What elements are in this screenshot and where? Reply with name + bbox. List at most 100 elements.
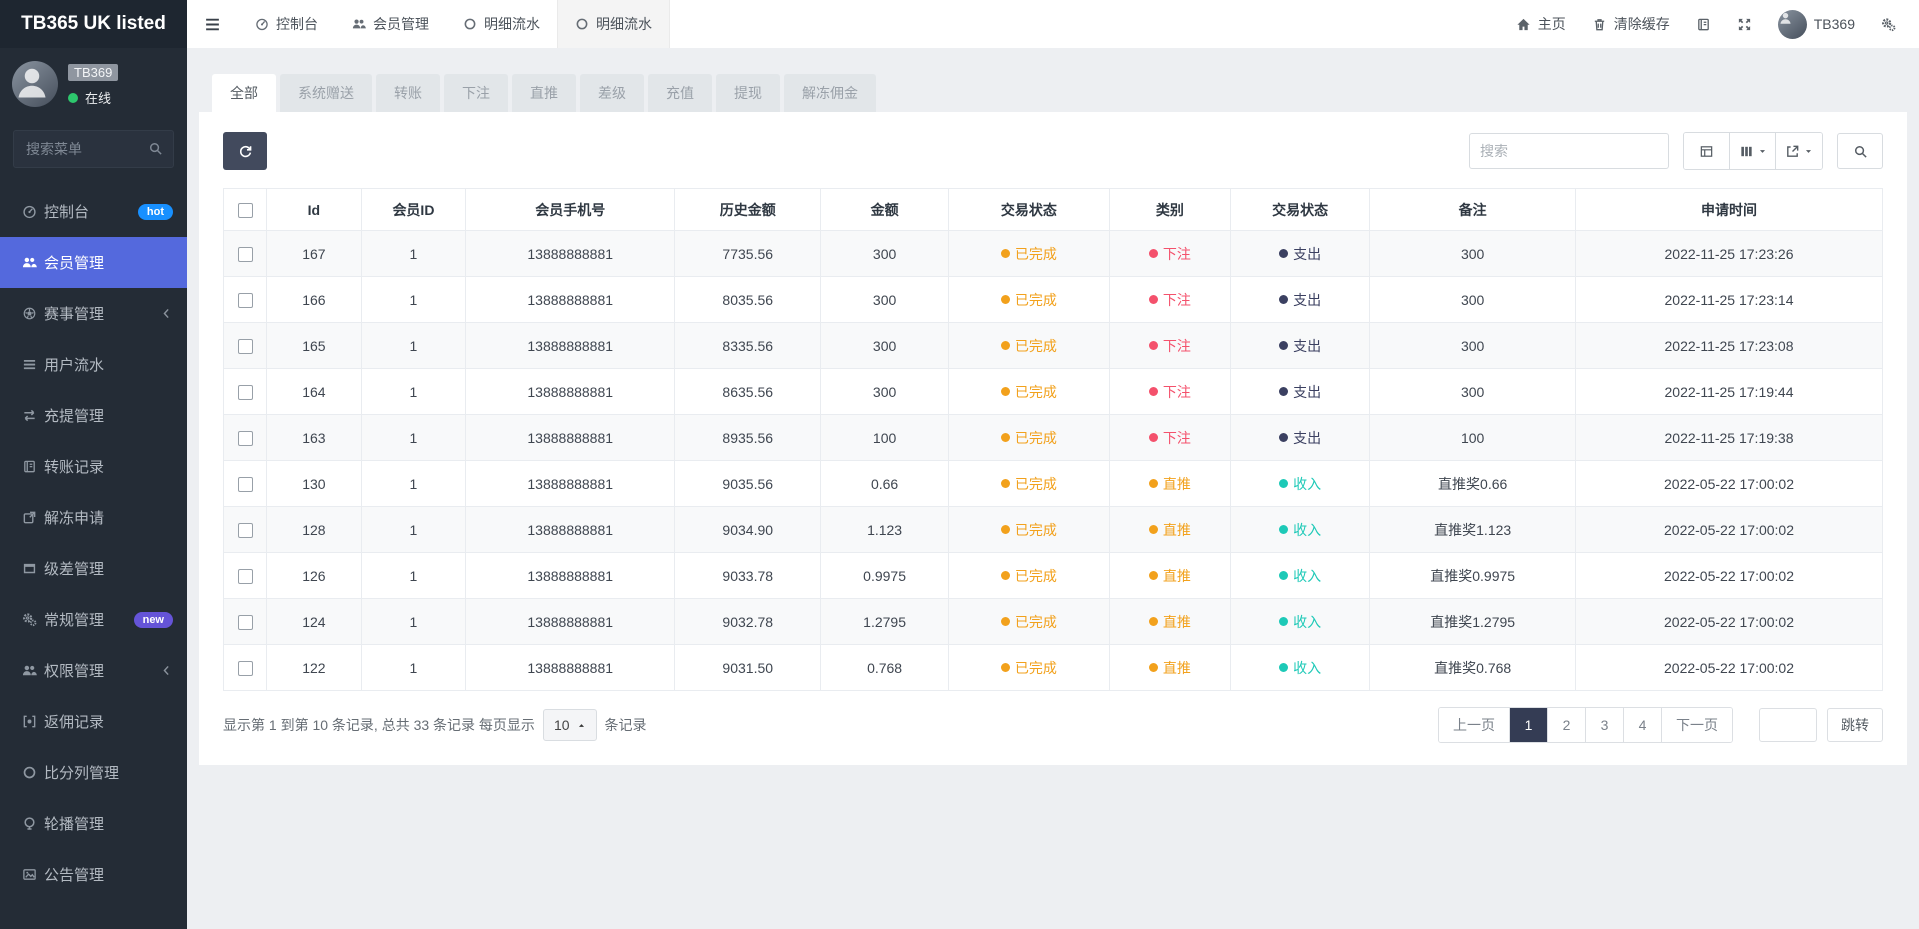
cell-trade-status: 已完成 — [947, 552, 1110, 599]
refresh-button[interactable] — [223, 132, 267, 170]
cell-time: 2022-05-22 17:00:02 — [1575, 460, 1883, 507]
row-checkbox[interactable] — [237, 292, 253, 308]
sidebar-toggle-button[interactable] — [187, 0, 238, 48]
home-link[interactable]: 主页 — [1503, 0, 1579, 48]
sidebar-item-deposit-withdraw[interactable]: 充提管理 — [0, 390, 187, 441]
row-checkbox[interactable] — [237, 568, 253, 584]
navbar-right: 主页 清除缓存 TB369 — [1503, 0, 1919, 48]
filter-tab-all[interactable]: 全部 — [212, 74, 276, 112]
cell-remark: 直推奖0.9975 — [1369, 552, 1577, 599]
status-dot — [1148, 479, 1158, 488]
cell-phone: 13888888881 — [465, 414, 676, 461]
settings-button[interactable] — [1868, 0, 1909, 48]
cell-category: 直推 — [1108, 598, 1231, 645]
sidebar-item-permissions[interactable]: 权限管理 — [0, 645, 187, 696]
filter-tabs: 全部 系统赠送 转账 下注 直推 差级 充值 提现 解冻佣金 — [199, 60, 1907, 112]
nav-tab-members[interactable]: 会员管理 — [335, 0, 446, 48]
sidebar-item-user-flow[interactable]: 用户流水 — [0, 339, 187, 390]
sidebar-item-members[interactable]: 会员管理 — [0, 237, 187, 288]
select-all-checkbox[interactable] — [237, 202, 253, 218]
row-checkbox[interactable] — [237, 384, 253, 400]
filter-tab-direct-referral[interactable]: 直推 — [512, 74, 576, 112]
fullscreen-button[interactable] — [1724, 0, 1765, 48]
sidebar-item-general[interactable]: 常规管理 new — [0, 594, 187, 645]
status-dot — [1279, 249, 1289, 258]
table-body: 167 1 13888888881 7735.56 300 已完成 下注 支出 300 2022-… — [222, 230, 1883, 691]
users-icon — [22, 663, 44, 678]
status-dot — [1000, 571, 1010, 580]
log-button[interactable] — [1683, 0, 1724, 48]
page-jump-input[interactable] — [1759, 708, 1817, 742]
clear-cache-button[interactable]: 清除缓存 — [1579, 0, 1683, 48]
column-header-1: 会员ID — [360, 188, 467, 231]
cell-id: 128 — [266, 506, 362, 553]
cell-history-amount: 9033.78 — [674, 552, 822, 599]
nav-tab-label: 明细流水 — [484, 16, 540, 32]
user-panel: TB369 在线 — [0, 48, 187, 117]
nav-tab-flow-detail-1[interactable]: 明细流水 — [446, 0, 557, 48]
table-row: 165 1 13888888881 8335.56 300 已完成 下注 支出 300 2022-… — [222, 322, 1883, 369]
sidebar-item-carousel[interactable]: 轮播管理 — [0, 798, 187, 849]
sidebar-item-score-list[interactable]: 比分列管理 — [0, 747, 187, 798]
sidebar-item-transfer-records[interactable]: 转账记录 — [0, 441, 187, 492]
row-checkbox[interactable] — [237, 522, 253, 538]
row-checkbox[interactable] — [237, 476, 253, 492]
page-button-2[interactable]: 2 — [1548, 708, 1586, 742]
user-menu[interactable]: TB369 — [1765, 0, 1868, 48]
window-icon — [22, 561, 44, 576]
page-size-dropdown[interactable]: 10 — [542, 709, 597, 741]
table-search-input[interactable] — [1469, 133, 1669, 169]
circle-icon — [575, 17, 589, 31]
row-checkbox[interactable] — [237, 338, 253, 354]
sidebar-item-rebate-records[interactable]: 返佣记录 — [0, 696, 187, 747]
cell-amount: 300 — [820, 368, 949, 415]
cell-checkbox — [222, 368, 268, 415]
sidebar-item-announcements[interactable]: 公告管理 — [0, 849, 187, 900]
search-button[interactable] — [1837, 133, 1883, 169]
filter-tab-level-diff[interactable]: 差级 — [580, 74, 644, 112]
sidebar-item-label: 常规管理 — [44, 612, 105, 629]
filter-tab-unfreeze-commission[interactable]: 解冻佣金 — [784, 74, 876, 112]
cell-member-id: 1 — [360, 552, 467, 599]
status-dot — [1000, 387, 1010, 396]
detail-view-button[interactable] — [1684, 133, 1730, 169]
page-jump-button[interactable]: 跳转 — [1827, 708, 1883, 742]
sidebar-item-unfreeze-requests[interactable]: 解冻申请 — [0, 492, 187, 543]
row-checkbox[interactable] — [237, 430, 253, 446]
cell-checkbox — [222, 506, 268, 553]
columns-button[interactable] — [1730, 133, 1776, 169]
export-icon — [1785, 144, 1800, 159]
table-row: 163 1 13888888881 8935.56 100 已完成 下注 支出 100 2022-… — [222, 414, 1883, 461]
prev-page-button[interactable]: 上一页 — [1439, 708, 1510, 742]
filter-tab-deposit[interactable]: 充值 — [648, 74, 712, 112]
sidebar-item-label: 控制台 — [44, 204, 90, 221]
page-button-4[interactable]: 4 — [1624, 708, 1662, 742]
row-checkbox[interactable] — [237, 614, 253, 630]
nav-tab-label: 明细流水 — [596, 16, 652, 32]
sidebar-item-matches[interactable]: 赛事管理 — [0, 288, 187, 339]
filter-tab-bet[interactable]: 下注 — [444, 74, 508, 112]
status-dot — [1000, 617, 1010, 626]
next-page-button[interactable]: 下一页 — [1662, 708, 1732, 742]
page-button-1[interactable]: 1 — [1510, 708, 1548, 742]
circle-icon — [463, 17, 477, 31]
sidebar-item-label: 会员管理 — [44, 255, 105, 272]
cell-phone: 13888888881 — [465, 276, 676, 323]
cell-history-amount: 9031.50 — [674, 644, 822, 691]
users-icon — [22, 255, 44, 270]
page-button-3[interactable]: 3 — [1586, 708, 1624, 742]
sidebar-item-dashboard[interactable]: 控制台 hot — [0, 186, 187, 237]
nav-tab-flow-detail-2[interactable]: 明细流水 — [557, 0, 670, 48]
status-dot — [1000, 663, 1010, 672]
row-checkbox[interactable] — [237, 246, 253, 262]
row-checkbox[interactable] — [237, 660, 253, 676]
cell-phone: 13888888881 — [465, 506, 676, 553]
filter-tab-transfer[interactable]: 转账 — [376, 74, 440, 112]
sidebar-item-level-diff[interactable]: 级差管理 — [0, 543, 187, 594]
cell-member-id: 1 — [360, 276, 467, 323]
nav-tab-dashboard[interactable]: 控制台 — [238, 0, 335, 48]
filter-tab-system-gift[interactable]: 系统赠送 — [280, 74, 372, 112]
filter-tab-withdraw[interactable]: 提现 — [716, 74, 780, 112]
cell-id: 165 — [266, 322, 362, 369]
export-button[interactable] — [1776, 133, 1822, 169]
